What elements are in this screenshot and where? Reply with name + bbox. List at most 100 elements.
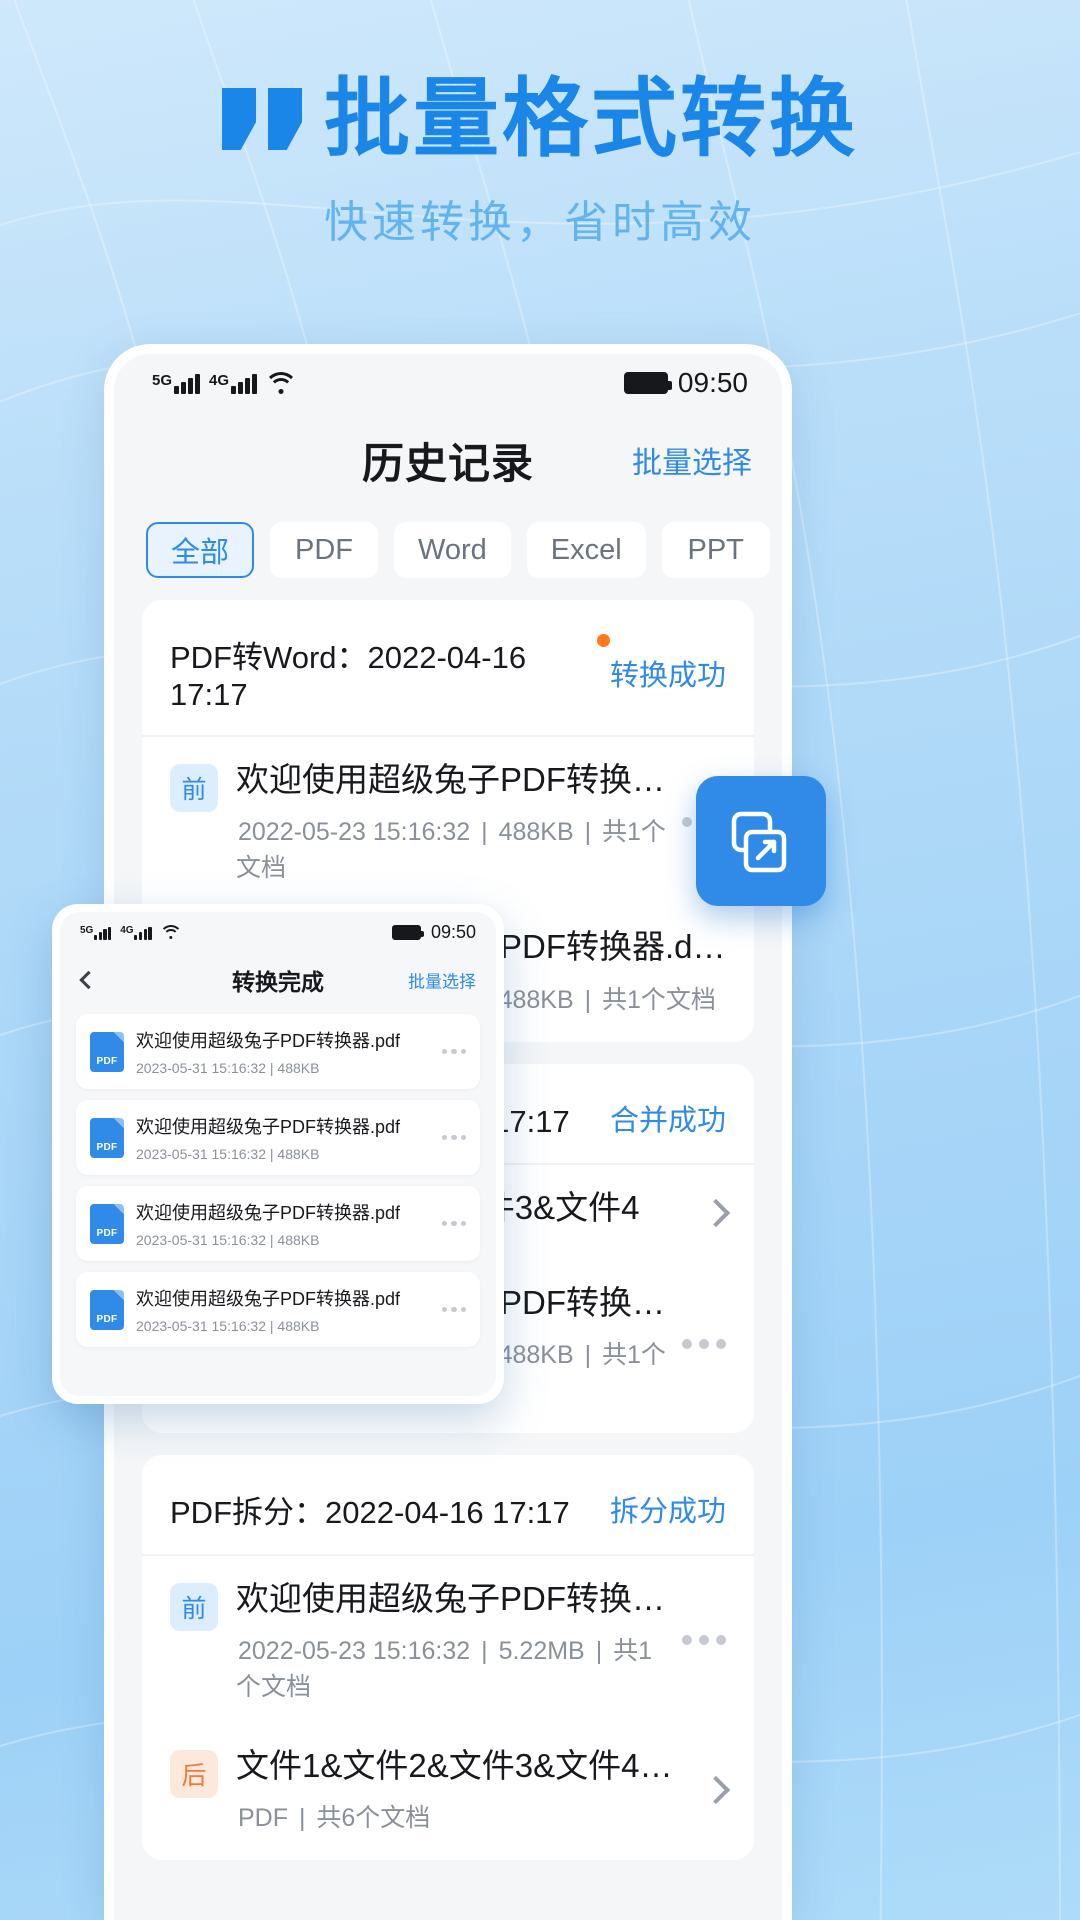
card-title-text: PDF转Word：2022-04-16 17:17: [170, 640, 527, 712]
status-bar: 5G 4G 09:50: [114, 354, 782, 412]
tab-word[interactable]: Word: [394, 522, 511, 578]
signal-4g-icon: 4G: [120, 925, 152, 940]
signal-4g-icon: 4G: [209, 372, 257, 394]
stage-badge-before: 前: [170, 1582, 218, 1631]
meta-sep: |: [298, 1804, 306, 1833]
tab-all[interactable]: 全部: [146, 522, 254, 578]
file-name: 欢迎使用超级兔子PDF转换器.pdf: [236, 1579, 672, 1617]
pdf-file-icon: PDF: [90, 1203, 124, 1244]
file-count: 共6个文档: [316, 1804, 431, 1833]
battery-icon: [623, 372, 672, 394]
more-options-icon[interactable]: [434, 1220, 466, 1227]
file-meta: 2023-05-31 15:16:32 | 488KB: [136, 1318, 434, 1334]
filter-tabs: 全部 PDF Word Excel PPT TXT 图片: [114, 508, 782, 600]
more-options-icon[interactable]: [672, 1339, 726, 1350]
table-row[interactable]: 后 文件1&文件2&文件3&文件4&文件5... PDF | 共6个文档: [142, 1723, 754, 1854]
status-time: 09:50: [677, 367, 748, 398]
history-card[interactable]: PDF拆分：2022-04-16 17:17 拆分成功 前 欢迎使用超级兔子PD…: [142, 1454, 754, 1861]
file-size: 488KB: [498, 1340, 574, 1369]
file-size: 488KB: [498, 818, 574, 847]
list-item[interactable]: PDF 欢迎使用超级兔子PDF转换器.pdf 2023-05-31 15:16:…: [76, 1014, 480, 1089]
file-name: 欢迎使用超级兔子PDF转换器.pdf: [136, 1289, 401, 1309]
meta-sep: |: [269, 1146, 274, 1162]
meta-sep: |: [269, 1232, 274, 1248]
tab-pdf[interactable]: PDF: [270, 522, 378, 578]
chevron-left-icon[interactable]: [79, 970, 98, 990]
pdf-file-icon: PDF: [90, 1117, 124, 1158]
card-header: PDF拆分：2022-04-16 17:17 拆分成功: [142, 1463, 754, 1556]
more-options-icon[interactable]: [434, 1048, 466, 1055]
file-name: 欢迎使用超级兔子PDF转换器.pdf: [136, 1203, 401, 1223]
card-header: PDF转Word：2022-04-16 17:17 转换成功: [142, 608, 754, 737]
file-size: 488KB: [277, 1146, 320, 1162]
file-name: 欢迎使用超级兔子PDF转换器.pdf: [236, 761, 672, 798]
share-export-button[interactable]: [696, 776, 826, 906]
file-date: 2023-05-31 15:16:32: [136, 1146, 266, 1162]
file-size: 488KB: [277, 1060, 320, 1076]
nav-title: 历史记录: [361, 439, 534, 487]
chevron-right-icon[interactable]: [701, 1198, 731, 1228]
overlay-nav-bar: 转换完成 批量选择: [60, 952, 496, 1008]
new-dot-icon: [596, 634, 610, 647]
list-item[interactable]: PDF 欢迎使用超级兔子PDF转换器.pdf 2023-05-31 15:16:…: [76, 1272, 480, 1347]
file-size: 488KB: [277, 1232, 320, 1248]
file-size: 488KB: [498, 985, 574, 1014]
file-date: 2022-05-23 15:16:32: [238, 818, 471, 847]
file-meta: 2023-05-31 15:16:32 | 488KB: [136, 1060, 434, 1076]
card-title: PDF拆分：2022-04-16 17:17: [170, 1487, 588, 1532]
overlay-nav-title: 转换完成: [232, 969, 324, 995]
file-size: 5.22MB: [498, 1637, 585, 1665]
meta-sep: |: [584, 818, 592, 847]
file-date: 2022-05-23 15:16:32: [238, 1637, 471, 1665]
hero-section: 批量格式转换 快速转换，省时高效: [0, 0, 1080, 250]
file-date: 2023-05-31 15:16:32: [136, 1060, 266, 1076]
file-date: 2023-05-31 15:16:32: [136, 1318, 266, 1334]
file-meta: PDF | 共6个文档: [236, 1798, 694, 1834]
more-options-icon[interactable]: [434, 1306, 466, 1313]
wifi-icon: [266, 372, 296, 394]
share-export-icon: [731, 811, 787, 873]
phone-screen-overlay: 5G 4G 09:50 转换完成 批量选择 PDF 欢迎使用超级兔子PDF转换器…: [60, 912, 496, 1396]
more-options-icon[interactable]: [672, 1635, 726, 1646]
overlay-status-time: 09:50: [430, 921, 476, 942]
tab-excel[interactable]: Excel: [526, 522, 646, 578]
status-badge: 转换成功: [609, 659, 726, 692]
stage-badge-before: 前: [170, 764, 218, 812]
overlay-batch-select-button[interactable]: 批量选择: [408, 968, 476, 993]
file-meta: 2023-05-31 15:16:32 | 488KB: [136, 1232, 434, 1248]
quote-mark-icon: [222, 88, 306, 152]
phone-mockup-overlay: 5G 4G 09:50 转换完成 批量选择 PDF 欢迎使用超级兔子PDF转换器…: [52, 904, 504, 1404]
chevron-right-icon[interactable]: [701, 1775, 731, 1804]
file-count: 共1个文档: [602, 985, 716, 1014]
stage-badge-after: 后: [170, 1750, 218, 1798]
wifi-icon: [161, 925, 181, 940]
table-row[interactable]: 前 欢迎使用超级兔子PDF转换器.pdf 2022-05-23 15:16:32…: [142, 1556, 754, 1723]
file-meta: 2022-05-23 15:16:32 | 488KB | 共1个文档: [236, 812, 672, 884]
page-title: 批量格式转换: [324, 71, 858, 167]
file-meta: 2022-05-23 15:16:32 | 5.22MB | 共1个文档: [236, 1631, 672, 1703]
list-item[interactable]: PDF 欢迎使用超级兔子PDF转换器.pdf 2023-05-31 15:16:…: [76, 1100, 480, 1175]
pdf-icon-label: PDF: [96, 1313, 118, 1325]
pdf-icon-label: PDF: [96, 1055, 118, 1067]
pdf-file-icon: PDF: [90, 1031, 124, 1072]
page-subtitle: 快速转换，省时高效: [324, 198, 756, 248]
batch-select-button[interactable]: 批量选择: [632, 438, 752, 482]
status-badge: 拆分成功: [609, 1496, 726, 1529]
pdf-icon-label: PDF: [96, 1141, 118, 1153]
pdf-file-icon: PDF: [90, 1289, 124, 1330]
signal-5g-icon: 5G: [152, 372, 200, 394]
file-type: PDF: [238, 1804, 288, 1833]
meta-sep: |: [595, 1637, 603, 1665]
tab-ppt[interactable]: PPT: [661, 522, 770, 578]
file-name: 欢迎使用超级兔子PDF转换器.pdf: [136, 1117, 401, 1137]
table-row[interactable]: 前 欢迎使用超级兔子PDF转换器.pdf 2022-05-23 15:16:32…: [142, 737, 754, 904]
nav-bar: 历史记录 批量选择: [114, 412, 782, 508]
file-name: 欢迎使用超级兔子PDF转换器.pdf: [136, 1031, 401, 1051]
card-title-text: PDF拆分：2022-04-16 17:17: [170, 1494, 570, 1530]
meta-sep: |: [269, 1060, 274, 1076]
file-size: 488KB: [277, 1318, 320, 1334]
meta-sep: |: [584, 985, 592, 1014]
meta-sep: |: [481, 818, 488, 847]
more-options-icon[interactable]: [434, 1134, 466, 1141]
list-item[interactable]: PDF 欢迎使用超级兔子PDF转换器.pdf 2023-05-31 15:16:…: [76, 1186, 480, 1261]
